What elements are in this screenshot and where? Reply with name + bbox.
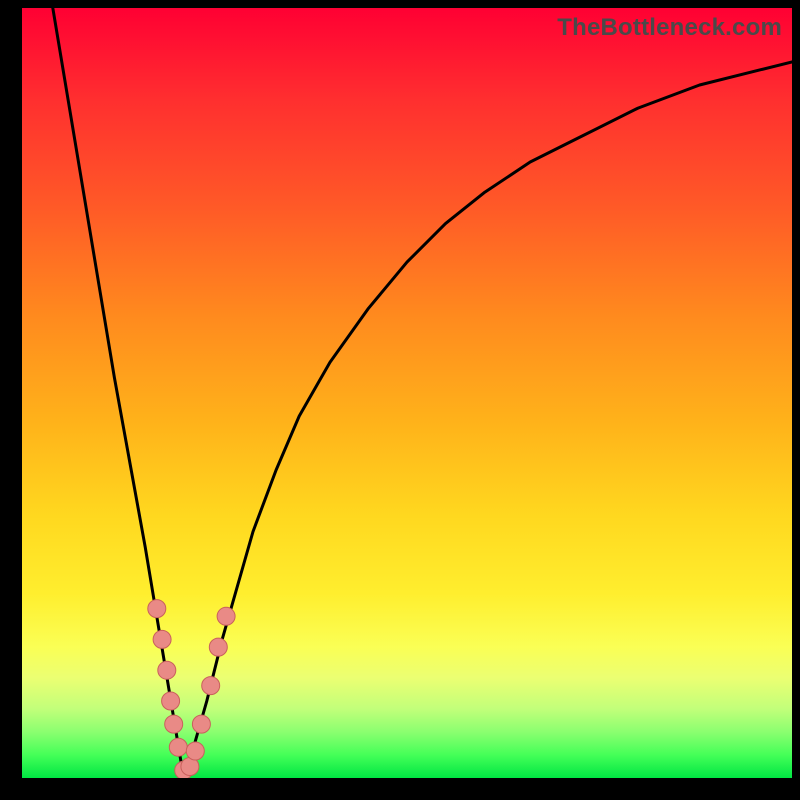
data-marker [162, 692, 180, 710]
data-marker [192, 715, 210, 733]
data-marker [165, 715, 183, 733]
data-marker [186, 742, 204, 760]
data-marker [202, 677, 220, 695]
data-marker [169, 738, 187, 756]
data-marker [148, 600, 166, 618]
chart-plot-area: TheBottleneck.com [22, 8, 792, 778]
data-marker [158, 661, 176, 679]
data-marker [209, 638, 227, 656]
chart-frame: TheBottleneck.com [0, 0, 800, 800]
data-marker [217, 607, 235, 625]
chart-svg [22, 8, 792, 778]
data-marker [153, 630, 171, 648]
